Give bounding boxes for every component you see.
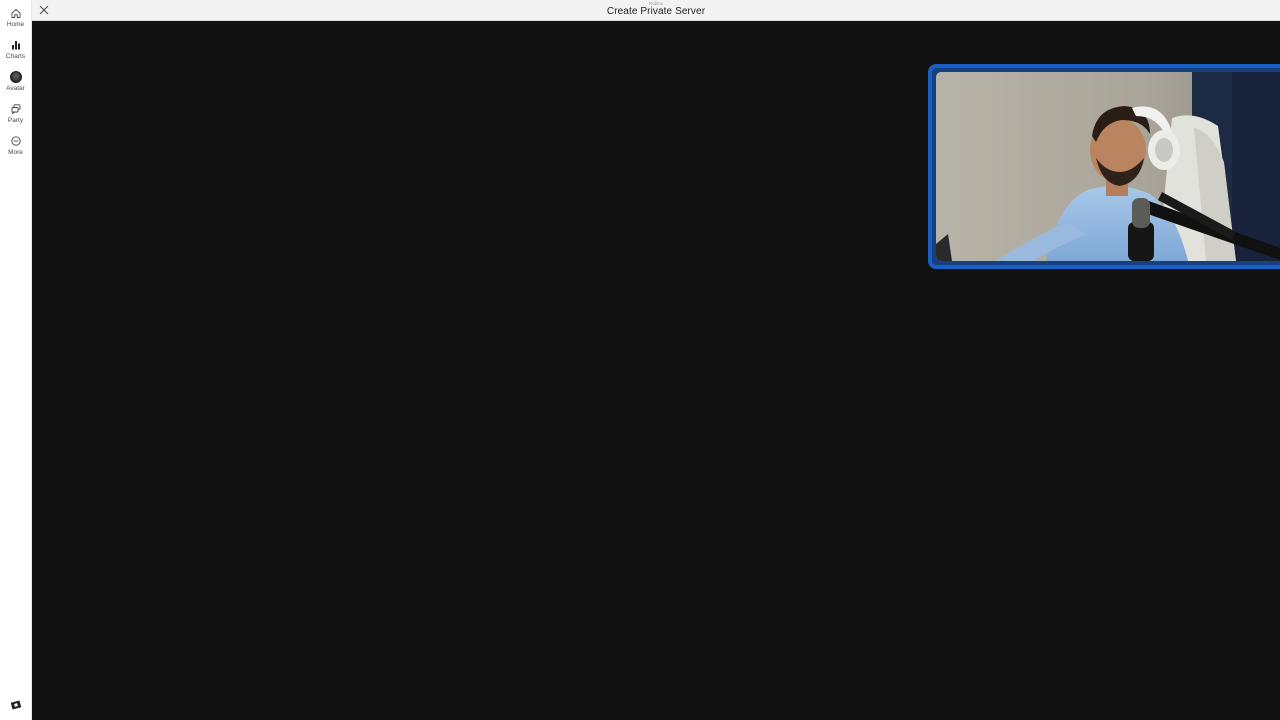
sidebar: Home Charts Avatar Party More [0, 0, 32, 720]
sidebar-item-home[interactable]: Home [0, 0, 32, 32]
title-bar: Roblox Create Private Server [32, 0, 1280, 21]
sidebar-item-party[interactable]: Party [0, 96, 32, 128]
sidebar-item-avatar[interactable]: Avatar [0, 64, 32, 96]
webcam-overlay [928, 64, 1280, 269]
home-icon [11, 9, 20, 18]
sidebar-item-label: Party [7, 117, 24, 124]
webcam-image [936, 72, 1280, 261]
webcam-feed [936, 72, 1280, 261]
page-title: Create Private Server [606, 6, 706, 17]
sidebar-item-label: More [8, 149, 23, 156]
sidebar-item-charts[interactable]: Charts [0, 32, 32, 64]
party-icon [11, 104, 20, 115]
sidebar-item-label: Home [6, 21, 25, 28]
sidebar-item-more[interactable]: More [0, 128, 32, 160]
title-container: Roblox Create Private Server [32, 1, 1280, 18]
roblox-logo-icon[interactable] [10, 699, 22, 711]
chart-icon [11, 41, 20, 50]
sidebar-item-label: Charts [5, 53, 26, 60]
sidebar-item-label: Avatar [6, 85, 25, 92]
avatar-icon [9, 71, 22, 83]
more-icon [10, 136, 21, 146]
